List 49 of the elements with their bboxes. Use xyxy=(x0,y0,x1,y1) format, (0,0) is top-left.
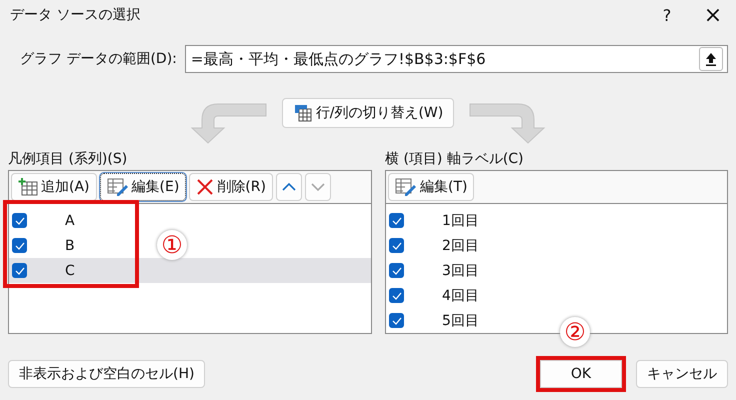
axis-row[interactable]: 3回目 xyxy=(386,258,487,283)
axis-row[interactable]: 2回目 xyxy=(386,233,487,258)
checkmark-icon xyxy=(14,242,24,250)
checkbox[interactable] xyxy=(12,238,27,253)
checkmark-icon xyxy=(14,266,24,274)
checkmark-icon xyxy=(392,242,402,250)
table-swap-icon xyxy=(292,103,313,123)
checkmark-icon xyxy=(14,216,24,224)
callout-number: ① xyxy=(157,230,187,260)
chevron-up-icon xyxy=(282,182,296,192)
checkbox[interactable] xyxy=(389,263,404,278)
range-field[interactable]: =最高・平均・最低点のグラフ!$B$3:$F$6 xyxy=(184,45,728,73)
series-row[interactable]: C xyxy=(9,258,371,283)
checkbox[interactable] xyxy=(12,213,27,228)
switch-row-column-button[interactable]: 行/列の切り替え(W) xyxy=(282,98,454,128)
move-up-button[interactable] xyxy=(276,173,302,201)
series-row[interactable]: A xyxy=(9,208,83,233)
axis-row[interactable]: 5回目 xyxy=(386,308,487,333)
add-button[interactable]: 追加(A) xyxy=(11,173,97,201)
checkmark-icon xyxy=(392,266,402,274)
chevron-down-icon xyxy=(310,182,325,192)
edit-button[interactable]: 編集(E) xyxy=(100,173,186,201)
cancel-button[interactable]: キャンセル xyxy=(636,360,728,388)
ok-button[interactable]: OK xyxy=(540,360,622,388)
edit-button[interactable]: 編集(T) xyxy=(388,173,474,201)
table-edit-icon xyxy=(395,178,417,196)
checkmark-icon xyxy=(392,216,402,224)
help-button[interactable]: ? xyxy=(644,6,690,24)
checkbox[interactable] xyxy=(389,313,404,328)
axis-row[interactable]: 4回目 xyxy=(386,283,487,308)
range-label: グラフ データの範囲(D): xyxy=(20,50,177,68)
checkbox[interactable] xyxy=(389,213,404,228)
checkmark-icon xyxy=(392,292,402,300)
delete-button[interactable]: 削除(R) xyxy=(189,173,273,201)
panel-label: 凡例項目 (系列)(S) xyxy=(8,150,128,169)
close-button[interactable]: × xyxy=(690,2,736,28)
upload-icon[interactable] xyxy=(699,47,723,71)
table-add-icon xyxy=(18,178,38,196)
checkmark-icon xyxy=(392,316,402,324)
checkbox[interactable] xyxy=(389,238,404,253)
hidden-cells-button[interactable]: 非表示および空白のセル(H) xyxy=(8,360,206,388)
window-title: データ ソースの選択 xyxy=(10,6,142,24)
checkbox[interactable] xyxy=(389,288,404,303)
axis-row[interactable]: 1回目 xyxy=(386,208,487,233)
panel-label: 横 (項目) 軸ラベル(C) xyxy=(385,150,525,169)
close-icon xyxy=(196,178,214,196)
table-edit-icon xyxy=(106,178,129,196)
checkbox[interactable] xyxy=(12,263,27,278)
series-row[interactable]: B xyxy=(9,233,83,258)
